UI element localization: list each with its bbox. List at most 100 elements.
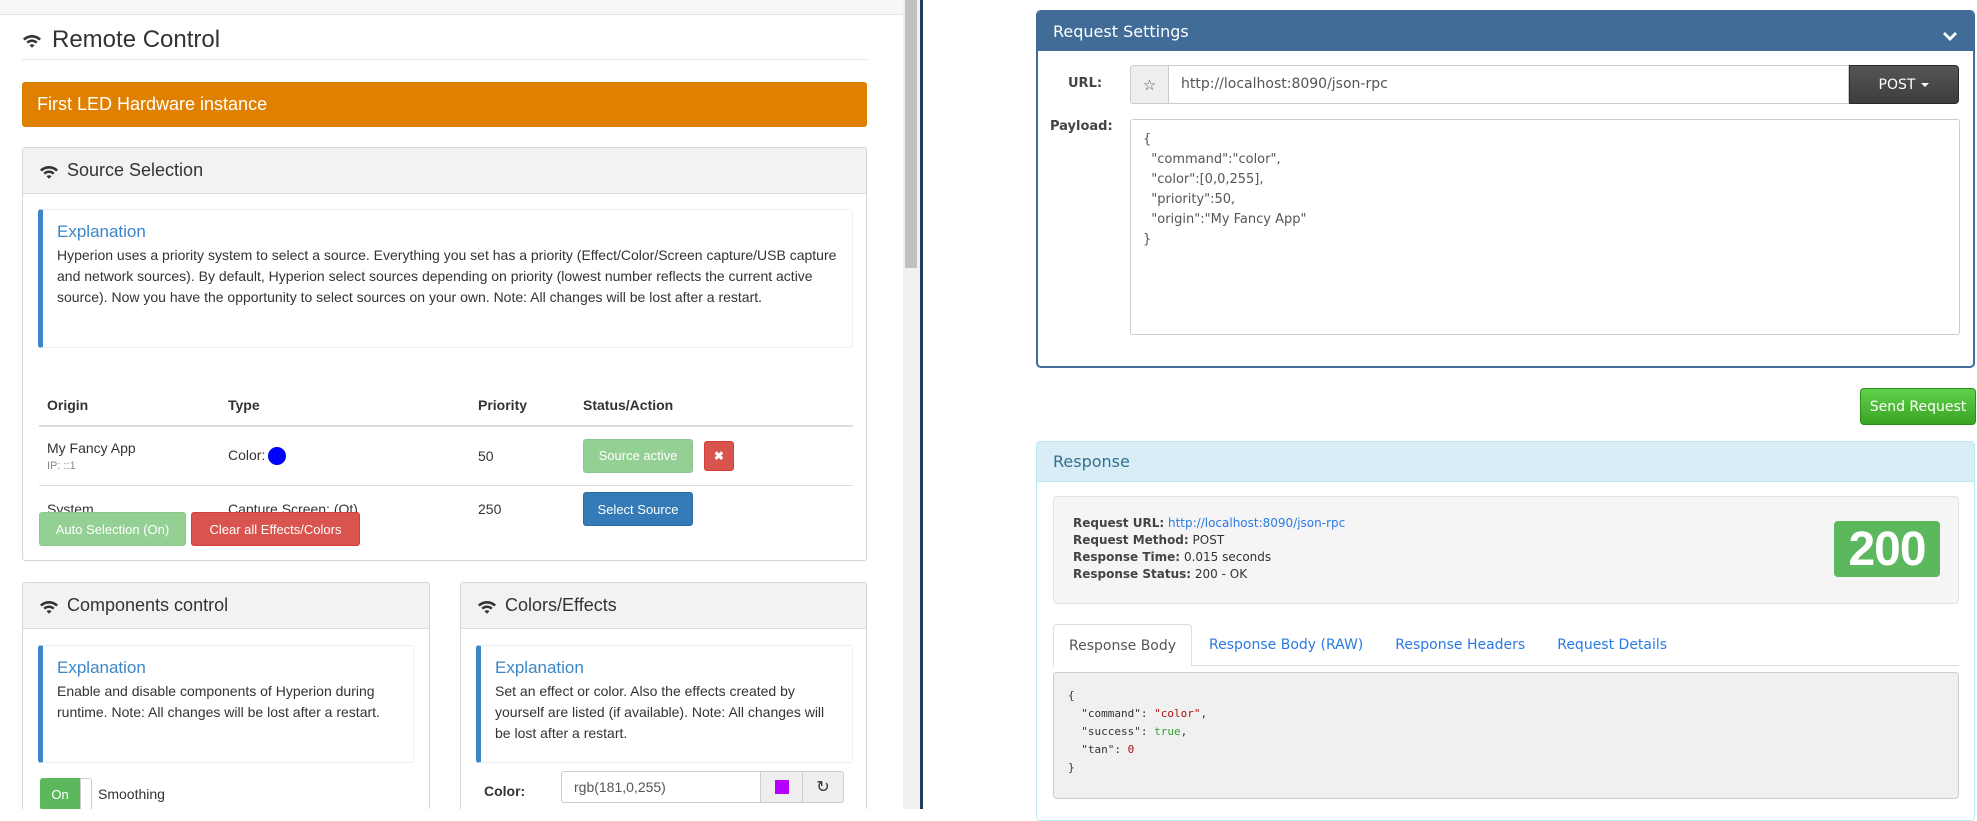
star-icon[interactable]: ☆	[1130, 65, 1169, 104]
response-status-label: Response Status:	[1073, 567, 1192, 581]
panel-header: Components control	[23, 583, 429, 629]
explanation-text: Hyperion uses a priority system to selec…	[57, 247, 837, 305]
tab-response-headers[interactable]: Response Headers	[1380, 624, 1540, 666]
payload-label: Payload:	[1050, 119, 1113, 134]
color-dot	[268, 446, 287, 465]
explanation-text: Enable and disable components of Hyperio…	[57, 683, 380, 720]
json-key: "tan"	[1081, 743, 1115, 756]
instance-banner: First LED Hardware instance	[22, 82, 867, 127]
top-strip	[0, 0, 903, 15]
panel-header: Colors/Effects	[461, 583, 866, 629]
request-method-row: Request Method: POST	[1073, 532, 1939, 549]
status-cell: Select Source	[575, 484, 853, 533]
origin-name: My Fancy App	[47, 439, 136, 456]
json-key: "success"	[1081, 725, 1141, 738]
tab-request-details[interactable]: Request Details	[1542, 624, 1682, 666]
response-time-row: Response Time: 0.015 seconds	[1073, 549, 1939, 566]
json-comma: ,	[1200, 707, 1208, 720]
components-control-panel: Components control Explanation Enable an…	[22, 582, 430, 809]
explanation-callout: Explanation Set an effect or color. Also…	[476, 645, 853, 763]
response-body: { "command": "color", "success": true, "…	[1053, 672, 1959, 799]
wifi-icon	[39, 598, 59, 614]
payload-textarea[interactable]: { "command":"color", "color":[0,0,255], …	[1130, 119, 1960, 335]
url-input[interactable]: http://localhost:8090/json-rpc	[1169, 65, 1849, 104]
json-comma: ,	[1180, 725, 1188, 738]
color-swatch-button[interactable]	[761, 771, 803, 803]
explanation-callout: Explanation Hyperion uses a priority sys…	[38, 209, 853, 348]
remove-source-button[interactable]: ✖	[703, 441, 734, 472]
source-selection-panel: Source Selection Explanation Hyperion us…	[22, 147, 867, 561]
table-row: My Fancy App IP: ::1 Color: 50 Source ac…	[39, 425, 853, 485]
smoothing-toggle[interactable]: On Smoothing	[40, 778, 165, 809]
request-method-value: POST	[1192, 533, 1225, 547]
json-value: true	[1154, 725, 1181, 738]
response-summary: Request URL: http://localhost:8090/json-…	[1053, 496, 1959, 604]
origin-cell: My Fancy App IP: ::1	[39, 425, 220, 485]
column-header-priority: Priority	[470, 384, 575, 427]
priority-cell: 250	[470, 484, 575, 533]
page-title: Remote Control	[22, 20, 867, 60]
hyperion-remote-control-pane: Remote Control First LED Hardware instan…	[0, 0, 903, 809]
json-close: }	[1068, 761, 1075, 774]
request-settings-panel: Request Settings URL: ☆ http://localhost…	[1036, 10, 1975, 368]
response-time-value: 0.015 seconds	[1183, 550, 1272, 564]
method-label: POST	[1878, 76, 1916, 93]
source-table: Origin Type Priority Status/Action My Fa…	[39, 384, 853, 533]
response-status-row: Response Status: 200 - OK	[1073, 566, 1939, 583]
json-line: "command": "color",	[1081, 707, 1208, 720]
type-label: Color:	[228, 446, 266, 463]
color-picker-group: rgb(181,0,255) ↻	[561, 771, 844, 803]
explanation-callout: Explanation Enable and disable component…	[38, 645, 414, 763]
chevron-down-icon[interactable]	[1941, 21, 1959, 41]
send-request-button[interactable]: Send Request	[1860, 388, 1976, 425]
url-label: URL:	[1068, 76, 1103, 91]
method-dropdown[interactable]: POST	[1849, 65, 1959, 104]
api-tester-pane: Request Settings URL: ☆ http://localhost…	[923, 0, 1977, 821]
color-label: Color:	[484, 783, 526, 799]
wifi-icon	[22, 32, 42, 48]
clear-all-button[interactable]: Clear all Effects/Colors	[191, 512, 360, 546]
colors-effects-panel: Colors/Effects Explanation Set an effect…	[460, 582, 867, 809]
caret-down-icon	[1921, 82, 1930, 87]
origin-ip: IP: ::1	[47, 459, 76, 472]
request-settings-header[interactable]: Request Settings	[1038, 12, 1973, 51]
priority-cell: 50	[470, 425, 575, 485]
explanation-title: Explanation	[495, 658, 584, 677]
status-cell: Source active ✖	[575, 425, 853, 485]
wifi-icon	[477, 598, 497, 614]
request-method-label: Request Method:	[1073, 533, 1189, 547]
response-panel: Response Request URL: http://localhost:8…	[1036, 441, 1975, 821]
color-swatch	[774, 780, 789, 794]
color-input[interactable]: rgb(181,0,255)	[561, 771, 761, 803]
toggle-knob	[80, 778, 92, 809]
scrollbar-thumb[interactable]	[905, 0, 917, 268]
wifi-icon	[39, 163, 59, 179]
refresh-icon: ↻	[816, 779, 830, 796]
tab-response-body[interactable]: Response Body	[1053, 624, 1193, 667]
column-header-type: Type	[220, 384, 470, 427]
auto-selection-button[interactable]: Auto Selection (On)	[39, 512, 186, 546]
table-header-row: Origin Type Priority Status/Action	[39, 384, 853, 427]
response-title: Response	[1037, 442, 1974, 482]
close-icon: ✖	[713, 449, 724, 464]
tab-response-body-raw[interactable]: Response Body (RAW)	[1194, 624, 1378, 666]
request-url-link[interactable]: http://localhost:8090/json-rpc	[1168, 516, 1345, 530]
source-active-button[interactable]: Source active	[583, 438, 693, 473]
page-title-text: Remote Control	[52, 25, 221, 53]
explanation-title: Explanation	[57, 222, 146, 241]
panel-header: Source Selection	[23, 148, 866, 194]
request-url-label: Request URL:	[1073, 516, 1165, 530]
json-line: "success": true,	[1081, 725, 1188, 738]
json-line: "tan": 0	[1081, 743, 1135, 756]
column-header-status: Status/Action	[575, 384, 853, 427]
response-time-label: Response Time:	[1073, 550, 1181, 564]
json-key: "command"	[1081, 707, 1141, 720]
url-input-group: ☆ http://localhost:8090/json-rpc POST	[1130, 65, 1959, 104]
reset-color-button[interactable]: ↻	[803, 771, 844, 803]
json-value: 0	[1127, 743, 1135, 756]
toggle-label: Smoothing	[98, 786, 165, 802]
select-source-button[interactable]: Select Source	[583, 492, 693, 527]
type-cell: Color:	[220, 425, 470, 485]
scrollbar[interactable]	[903, 0, 920, 809]
panel-title: Source Selection	[67, 160, 204, 180]
